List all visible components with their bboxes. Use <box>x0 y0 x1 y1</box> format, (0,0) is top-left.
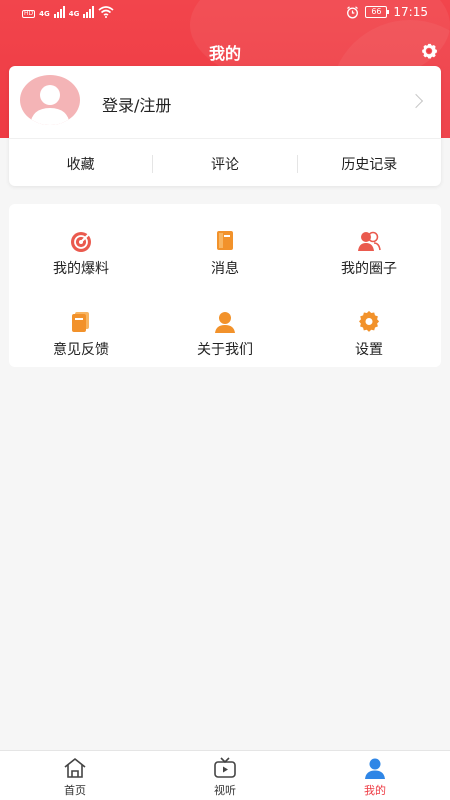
network-type-1: 4G <box>39 10 50 18</box>
hd-icon: HD <box>22 10 36 18</box>
status-bar: HD 4G 4G 66 17:15 <box>0 0 450 28</box>
users-icon <box>358 231 381 251</box>
gear-icon <box>422 43 437 59</box>
divider <box>9 138 441 139</box>
profile-card: 登录/注册 收藏 评论 历史记录 <box>9 66 441 186</box>
page-title: 我的 <box>208 44 241 63</box>
alarm-icon <box>347 5 359 18</box>
quick-link-history[interactable]: 历史记录 <box>298 154 441 174</box>
tab-mine[interactable]: 我的 <box>300 751 450 800</box>
menu-item-my-tips[interactable]: 我的爆料 <box>9 230 153 296</box>
signal-icon-2 <box>83 6 95 18</box>
signal-icon <box>53 6 65 18</box>
battery-icon: 66 <box>365 6 390 18</box>
menu-grid: 我的爆料 消息 我的圈子 意见反馈 关于我们 设置 <box>9 204 441 367</box>
home-icon <box>64 758 86 778</box>
quick-links: 收藏 评论 历史记录 <box>9 144 441 184</box>
person-icon <box>365 758 385 779</box>
gear-icon <box>359 311 380 332</box>
target-icon <box>71 232 91 252</box>
book-icon <box>217 231 233 250</box>
bottom-tab-bar: 首页 视听 我的 <box>0 750 450 800</box>
avatar[interactable] <box>20 75 80 125</box>
menu-label: 消息 <box>211 261 239 277</box>
menu-item-about-us[interactable]: 关于我们 <box>153 311 297 377</box>
tab-label: 视听 <box>214 784 236 797</box>
feedback-book-icon <box>72 312 89 332</box>
menu-item-settings[interactable]: 设置 <box>297 311 441 377</box>
tab-label: 首页 <box>64 784 86 797</box>
network-type-2: 4G <box>68 10 80 18</box>
chevron-right-icon[interactable] <box>408 93 424 109</box>
menu-label: 我的圈子 <box>341 261 397 277</box>
menu-item-messages[interactable]: 消息 <box>153 230 297 296</box>
menu-item-my-circles[interactable]: 我的圈子 <box>297 230 441 296</box>
login-register-link[interactable]: 登录/注册 <box>102 92 171 116</box>
menu-label: 设置 <box>355 342 383 358</box>
person-icon <box>215 312 235 333</box>
quick-link-comments[interactable]: 评论 <box>153 154 296 174</box>
quick-link-favorites[interactable]: 收藏 <box>9 154 152 174</box>
tab-label: 我的 <box>364 784 386 797</box>
tab-home[interactable]: 首页 <box>0 751 150 800</box>
menu-label: 意见反馈 <box>53 342 109 358</box>
clock: 17:15 <box>393 5 428 19</box>
wifi-icon <box>98 6 114 18</box>
avatar-placeholder-icon <box>30 85 70 125</box>
menu-label: 关于我们 <box>197 342 253 358</box>
tab-video[interactable]: 视听 <box>150 751 300 800</box>
menu-label: 我的爆料 <box>53 261 109 277</box>
menu-item-feedback[interactable]: 意见反馈 <box>9 311 153 377</box>
tv-icon <box>214 757 236 778</box>
settings-button[interactable] <box>418 40 440 62</box>
